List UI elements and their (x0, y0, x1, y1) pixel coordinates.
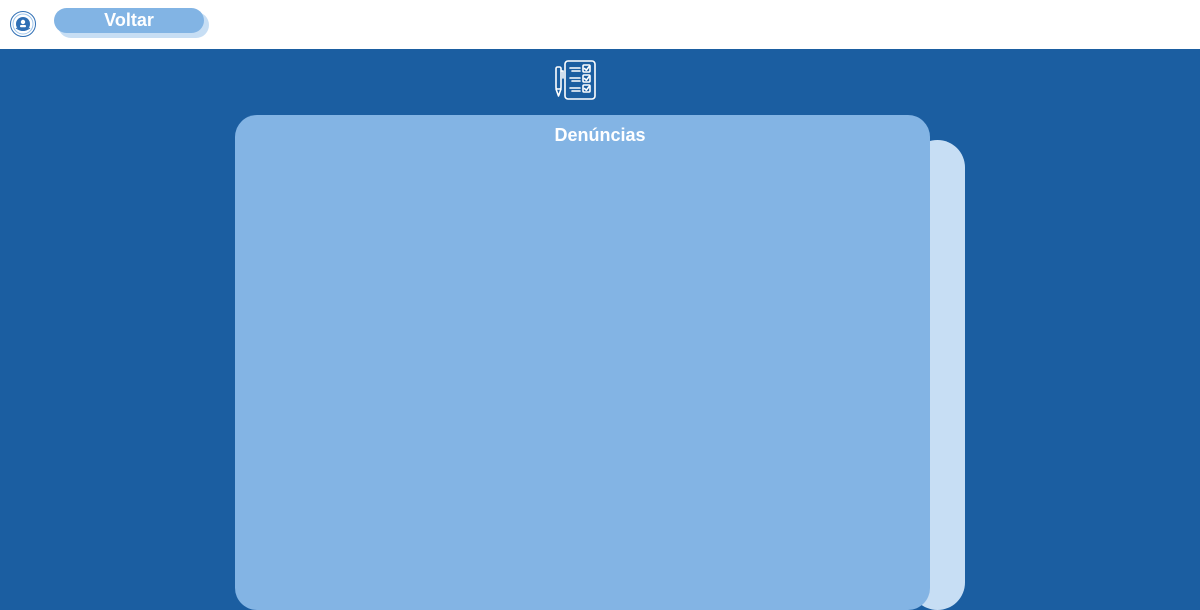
back-button-container: Voltar (54, 8, 210, 38)
card-title: Denúncias (554, 125, 646, 145)
denuncias-card (235, 115, 930, 610)
back-button[interactable]: Voltar (54, 8, 204, 33)
checklist-with-pen-icon (555, 60, 596, 100)
top-bar: Voltar (0, 0, 1200, 49)
institution-seal-icon (10, 11, 36, 37)
